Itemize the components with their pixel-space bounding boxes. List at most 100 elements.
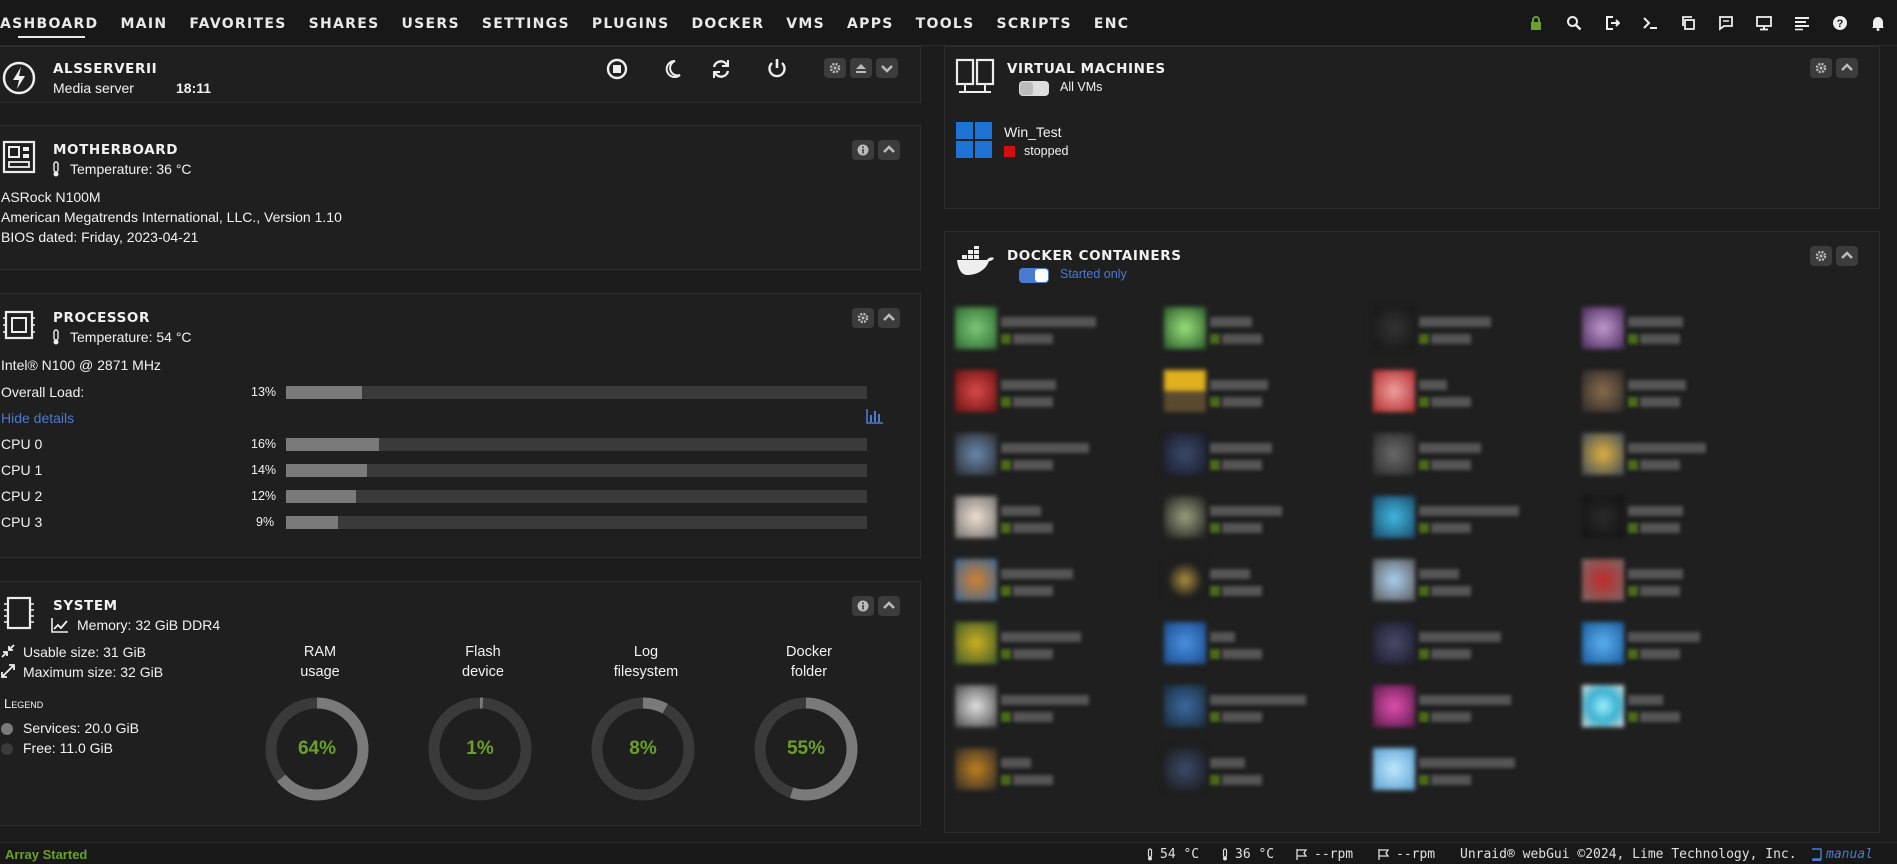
collapse-button[interactable] xyxy=(1836,58,1858,78)
collapse-button[interactable] xyxy=(876,58,898,78)
log-icon[interactable] xyxy=(1783,0,1821,46)
legend-free: Free: 11.0 GiB xyxy=(23,740,114,756)
gauge-label-line: folder xyxy=(790,664,828,680)
tab-docker[interactable]: DOCKER xyxy=(680,0,775,46)
tab-tools[interactable]: TOOLS xyxy=(905,0,986,46)
docker-container[interactable] xyxy=(1582,622,1742,672)
collapse-button[interactable] xyxy=(878,596,900,616)
docker-container[interactable] xyxy=(1582,370,1742,420)
overall-load-bar xyxy=(286,386,867,399)
started-only-label: Started only xyxy=(1060,267,1127,281)
thermometer-icon xyxy=(1147,848,1153,861)
server-panel: ALSSERVERII Media server 18:11 xyxy=(0,46,921,103)
info-button[interactable] xyxy=(852,140,874,160)
docker-container[interactable] xyxy=(1582,496,1742,546)
bar-chart-icon[interactable] xyxy=(866,408,884,424)
docker-container[interactable] xyxy=(1164,685,1324,735)
started-only-toggle[interactable] xyxy=(1019,268,1049,283)
display-icon[interactable] xyxy=(1745,0,1783,46)
docker-container[interactable] xyxy=(955,370,1115,420)
docker-container[interactable] xyxy=(955,685,1115,735)
cpu-bar-fill xyxy=(286,516,339,529)
logout-icon[interactable] xyxy=(1593,0,1631,46)
docker-container[interactable] xyxy=(1582,433,1742,483)
settings-button[interactable] xyxy=(1810,246,1832,266)
reboot-icon[interactable] xyxy=(710,58,732,80)
docker-container[interactable] xyxy=(1373,433,1533,483)
docker-container[interactable] xyxy=(1373,748,1533,798)
eject-button[interactable] xyxy=(850,58,872,78)
gauge-value: 8% xyxy=(629,738,657,759)
vm-monitor-icon xyxy=(955,58,995,93)
gauge-label: Log filesystem xyxy=(586,642,706,682)
tab-favorites[interactable]: FAVORITES xyxy=(178,0,297,46)
docker-container[interactable] xyxy=(1373,370,1533,420)
shutdown-icon[interactable] xyxy=(766,57,788,79)
motherboard-model: ASRock N100M xyxy=(1,189,101,205)
docker-container[interactable] xyxy=(1164,748,1324,798)
docker-container[interactable] xyxy=(1373,559,1533,609)
docker-container[interactable] xyxy=(1164,496,1324,546)
docker-container[interactable] xyxy=(1373,622,1533,672)
docker-container[interactable] xyxy=(1164,307,1324,357)
docker-container[interactable] xyxy=(1582,307,1742,357)
all-vms-toggle[interactable] xyxy=(1019,81,1049,96)
tab-plugins[interactable]: PLUGINS xyxy=(581,0,681,46)
vm-name[interactable]: Win_Test xyxy=(1004,124,1062,140)
windows-logo-icon[interactable] xyxy=(956,122,992,158)
settings-button[interactable] xyxy=(1810,58,1832,78)
tab-main[interactable]: MAIN xyxy=(109,0,178,46)
docker-container[interactable] xyxy=(1164,370,1324,420)
docker-container[interactable] xyxy=(1582,685,1742,735)
tab-enc[interactable]: ENC xyxy=(1083,0,1140,46)
lock-icon[interactable] xyxy=(1517,0,1555,46)
tab-shares[interactable]: SHARES xyxy=(298,0,391,46)
docker-container[interactable] xyxy=(1164,622,1324,672)
docker-container[interactable] xyxy=(1164,559,1324,609)
docker-whale-icon xyxy=(957,246,994,275)
collapse-button[interactable] xyxy=(878,140,900,160)
copy-icon[interactable] xyxy=(1669,0,1707,46)
terminal-icon[interactable] xyxy=(1631,0,1669,46)
docker-container[interactable] xyxy=(955,496,1115,546)
collapse-button[interactable] xyxy=(878,308,900,328)
docker-container[interactable] xyxy=(1373,307,1533,357)
docker-container[interactable] xyxy=(955,622,1115,672)
tab-users[interactable]: USERS xyxy=(390,0,470,46)
processor-title: PROCESSOR xyxy=(53,310,151,326)
settings-button[interactable] xyxy=(852,308,874,328)
docker-container[interactable] xyxy=(955,559,1115,609)
tab-apps[interactable]: APPS xyxy=(836,0,905,46)
motherboard-panel: MOTHERBOARD Temperature: 36 °C ASRock N1… xyxy=(0,125,921,270)
search-icon[interactable] xyxy=(1555,0,1593,46)
cpu-pct: 16% xyxy=(251,437,277,451)
help-icon[interactable]: ? xyxy=(1821,0,1859,46)
stop-array-icon[interactable] xyxy=(606,58,628,80)
cpu-pct: 9% xyxy=(256,515,275,529)
settings-button[interactable] xyxy=(824,58,846,78)
book-icon[interactable] xyxy=(1810,848,1822,861)
tab-settings[interactable]: SETTINGS xyxy=(471,0,581,46)
feedback-icon[interactable] xyxy=(1707,0,1745,46)
cpu-bar xyxy=(286,464,867,477)
collapse-button[interactable] xyxy=(1836,246,1858,266)
top-navigation: ASHBOARD MAIN FAVORITES SHARES USERS SET… xyxy=(0,0,1897,46)
manual-link[interactable]: manual xyxy=(1826,847,1873,862)
docker-container[interactable] xyxy=(955,433,1115,483)
docker-container[interactable] xyxy=(1164,433,1324,483)
svg-text:?: ? xyxy=(1837,18,1844,30)
docker-panel: DOCKER CONTAINERS Started only xyxy=(944,231,1880,833)
docker-container[interactable] xyxy=(1373,685,1533,735)
tab-vms[interactable]: VMS xyxy=(775,0,836,46)
info-button[interactable] xyxy=(852,596,874,616)
tab-scripts[interactable]: SCRIPTS xyxy=(986,0,1083,46)
sleep-moon-icon[interactable] xyxy=(661,58,683,80)
docker-container[interactable] xyxy=(955,307,1115,357)
hide-details-link[interactable]: Hide details xyxy=(1,410,74,426)
docker-container[interactable] xyxy=(1373,496,1533,546)
bell-icon[interactable] xyxy=(1859,0,1897,46)
motherboard-temperature: Temperature: 36 °C xyxy=(70,161,192,177)
docker-container[interactable] xyxy=(955,748,1115,798)
docker-container[interactable] xyxy=(1582,559,1742,609)
tab-dashboard[interactable]: ASHBOARD xyxy=(0,0,109,46)
